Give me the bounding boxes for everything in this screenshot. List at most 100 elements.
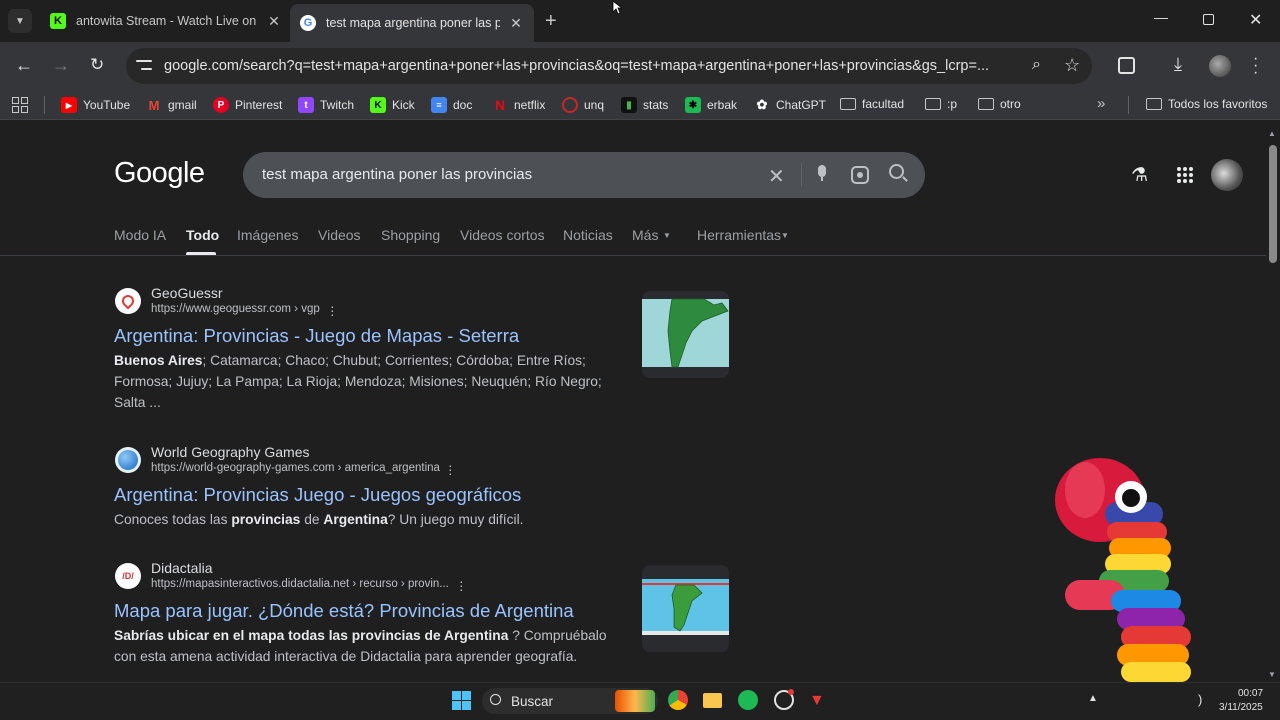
- tab-modo-ia[interactable]: Modo IA: [114, 227, 166, 243]
- world-geography-games-favicon[interactable]: [115, 447, 141, 473]
- bookmark-stats[interactable]: ▮ stats: [621, 97, 668, 113]
- labs-flask-icon[interactable]: ⚗: [1131, 164, 1148, 187]
- result-title-link[interactable]: Mapa para jugar. ¿Dónde está? Provincias…: [114, 600, 574, 622]
- lens-camera-icon[interactable]: [851, 166, 869, 184]
- bookmark-youtube[interactable]: ▶ YouTube: [61, 97, 130, 113]
- chrome-taskbar-icon[interactable]: [668, 690, 688, 710]
- bookmark-erbak[interactable]: ✱ erbak: [685, 97, 737, 113]
- result-url[interactable]: https://world-geography-games.com › amer…: [151, 462, 440, 474]
- bookmark-chatgpt[interactable]: ✿ ChatGPT: [754, 97, 826, 113]
- microphone-icon[interactable]: [816, 165, 828, 183]
- google-logo[interactable]: Google: [114, 157, 205, 190]
- bookmark-pinterest[interactable]: P Pinterest: [213, 97, 282, 113]
- result-thumbnail[interactable]: [642, 565, 729, 652]
- snippet-text: de: [300, 512, 324, 527]
- taskbar-clock-date[interactable]: 3/11/2025: [1219, 702, 1263, 713]
- tab-antowita[interactable]: K antowita Stream - Watch Live on K ✕: [50, 6, 282, 36]
- bookmark-star-icon[interactable]: ☆: [1064, 55, 1080, 76]
- result-site-name[interactable]: World Geography Games: [151, 444, 309, 460]
- restore-button[interactable]: [1203, 14, 1214, 25]
- clear-search-icon[interactable]: ✕: [768, 164, 785, 189]
- zoom-search-icon[interactable]: ⌕: [1032, 56, 1041, 74]
- result-snippet: Buenos Aires; Catamarca; Chaco; Chubut; …: [114, 350, 614, 413]
- result-title-link[interactable]: Argentina: Provincias - Juego de Mapas -…: [114, 325, 519, 347]
- url-text[interactable]: google.com/search?q=test+mapa+argentina+…: [164, 58, 1019, 74]
- tab-mas[interactable]: Más: [632, 227, 658, 243]
- tab-google-search[interactable]: G test mapa argentina poner las pro ✕: [290, 4, 534, 42]
- result-site-name[interactable]: GeoGuessr: [151, 285, 223, 301]
- bookmark-doc[interactable]: ≡ doc: [431, 97, 472, 113]
- erbak-icon: ✱: [685, 97, 701, 113]
- bookmarks-overflow-icon[interactable]: »: [1097, 95, 1105, 112]
- result-options-icon[interactable]: · · ·: [459, 574, 464, 596]
- bookmark-folder-p[interactable]: :p: [925, 97, 957, 111]
- menu-kebab-icon[interactable]: · · ·: [1253, 51, 1258, 81]
- extensions-icon[interactable]: [1118, 57, 1135, 74]
- tab-herramientas[interactable]: Herramientas: [697, 227, 781, 243]
- minimize-button[interactable]: —: [1154, 9, 1168, 25]
- result-site-name[interactable]: Didactalia: [151, 560, 212, 576]
- app-icon[interactable]: ▼: [809, 692, 825, 710]
- folder-icon: [925, 98, 941, 110]
- chevron-down-icon: ▼: [15, 15, 25, 27]
- close-tab-icon[interactable]: ✕: [266, 13, 282, 30]
- bookmark-label: ChatGPT: [776, 98, 827, 112]
- result-url[interactable]: https://mapasinteractivos.didactalia.net…: [151, 578, 449, 590]
- bookmark-unq[interactable]: unq: [562, 97, 604, 113]
- result-title-link[interactable]: Argentina: Provincias Juego - Juegos geo…: [114, 484, 521, 506]
- tab-todo[interactable]: Todo: [186, 227, 219, 243]
- geoguessr-favicon[interactable]: [115, 288, 141, 314]
- tray-overflow-icon[interactable]: ▲: [1088, 693, 1098, 704]
- google-apps-icon[interactable]: [1177, 167, 1193, 183]
- tab-search-button[interactable]: ▼: [8, 9, 32, 33]
- all-bookmarks-folder[interactable]: Todos los favoritos: [1146, 97, 1267, 111]
- result-snippet: Sabrías ubicar en el mapa todas las prov…: [114, 625, 619, 667]
- reload-button[interactable]: ↻: [90, 55, 104, 75]
- scroll-up-arrow[interactable]: ▲: [1268, 129, 1276, 138]
- spotify-icon[interactable]: [738, 690, 758, 710]
- didactalia-favicon[interactable]: /D/: [115, 563, 141, 589]
- scroll-down-arrow[interactable]: ▼: [1268, 670, 1276, 679]
- bookmark-kick[interactable]: K Kick: [370, 97, 415, 113]
- bookmark-folder-facultad[interactable]: facultad: [840, 97, 904, 111]
- pinterest-icon: P: [213, 97, 229, 113]
- windows-start-icon[interactable]: [452, 691, 471, 710]
- search-input[interactable]: test mapa argentina poner las provincias: [262, 166, 532, 183]
- download-icon[interactable]: ⤓: [1174, 54, 1182, 75]
- tab-videos[interactable]: Videos: [318, 227, 361, 243]
- tab-noticias[interactable]: Noticias: [563, 227, 613, 243]
- taskbar-clock-time[interactable]: 00:07: [1238, 688, 1263, 699]
- bookmark-gmail[interactable]: Mgmail: [146, 97, 197, 113]
- forward-button[interactable]: →: [52, 55, 70, 76]
- scrollbar-thumb[interactable]: [1269, 145, 1277, 263]
- mouse-cursor: [612, 0, 622, 15]
- tabs-divider: [0, 255, 1266, 256]
- apps-grid-icon[interactable]: [12, 97, 28, 113]
- volume-icon[interactable]: ): [1198, 692, 1202, 707]
- bookmark-label: Kick: [392, 98, 415, 112]
- result-options-icon[interactable]: · · ·: [330, 299, 335, 321]
- tab-videos-cortos[interactable]: Videos cortos: [460, 227, 545, 243]
- result-url[interactable]: https://www.geoguessr.com › vgp: [151, 303, 320, 315]
- result-thumbnail[interactable]: [642, 291, 729, 378]
- account-avatar[interactable]: [1211, 159, 1243, 191]
- bookmark-twitch[interactable]: t Twitch: [298, 97, 354, 113]
- close-tab-icon[interactable]: ✕: [508, 15, 524, 32]
- unq-icon: [562, 97, 578, 113]
- close-window-button[interactable]: ✕: [1249, 10, 1262, 30]
- folder-icon: [840, 98, 856, 110]
- site-info-icon[interactable]: [136, 57, 152, 73]
- tab-shopping[interactable]: Shopping: [381, 227, 440, 243]
- netflix-icon: N: [494, 97, 506, 113]
- result-options-icon[interactable]: · · ·: [448, 458, 453, 480]
- file-explorer-icon[interactable]: [703, 693, 722, 708]
- bookmark-netflix[interactable]: Nnetflix: [492, 97, 545, 113]
- new-tab-button[interactable]: +: [545, 10, 557, 33]
- bookmark-folder-otro[interactable]: otro: [978, 97, 1021, 111]
- back-button[interactable]: ←: [15, 55, 33, 76]
- profile-avatar[interactable]: [1209, 55, 1231, 77]
- bookmark-label: erbak: [707, 98, 738, 112]
- snippet-bold-text: Argentina: [323, 512, 388, 527]
- bookmarks-separator: [44, 96, 45, 114]
- tab-imagenes[interactable]: Imágenes: [237, 227, 298, 243]
